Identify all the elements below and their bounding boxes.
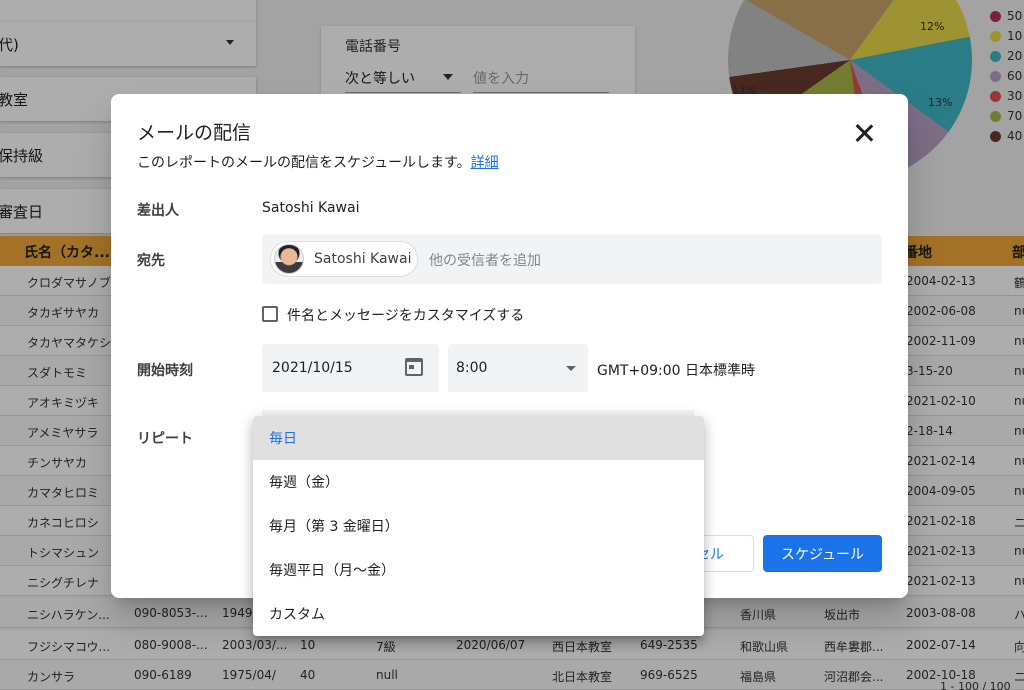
customize-label[interactable]: 件名とメッセージをカスタマイズする bbox=[287, 305, 524, 325]
repeat-label: リピート bbox=[137, 431, 193, 447]
dialog-title: メールの配信 bbox=[137, 122, 252, 144]
start-date-field[interactable]: 2021/10/15 bbox=[262, 344, 439, 392]
recipient-chip[interactable]: Satoshi Kawai bbox=[270, 241, 418, 277]
start-time-value: 8:00 bbox=[456, 360, 488, 376]
dialog-subtitle: このレポートのメールの配信をスケジュールします。詳細 bbox=[137, 152, 499, 172]
repeat-option-daily[interactable]: 毎日 bbox=[253, 416, 704, 460]
repeat-option-weekdays[interactable]: 毎週平日（月〜金） bbox=[253, 548, 704, 592]
start-date-value: 2021/10/15 bbox=[272, 360, 353, 376]
details-link[interactable]: 詳細 bbox=[471, 155, 499, 171]
customize-checkbox[interactable] bbox=[262, 306, 278, 322]
repeat-option-custom[interactable]: カスタム bbox=[253, 592, 704, 636]
recipient-chip-name: Satoshi Kawai bbox=[314, 251, 412, 267]
sender-label: 差出人 bbox=[137, 203, 179, 219]
repeat-option-monthly[interactable]: 毎月（第 3 金曜日） bbox=[253, 504, 704, 548]
recipient-input[interactable]: 他の受信者を追加 bbox=[429, 250, 541, 270]
timezone-label: GMT+09:00 日本標準時 bbox=[597, 363, 756, 379]
recipient-label: 宛先 bbox=[137, 253, 165, 269]
subtitle-text: このレポートのメールの配信をスケジュールします。 bbox=[137, 155, 471, 171]
repeat-menu: 毎日 毎週（金） 毎月（第 3 金曜日） 毎週平日（月〜金） カスタム bbox=[253, 416, 704, 636]
calendar-icon[interactable] bbox=[405, 358, 423, 376]
repeat-option-weekly[interactable]: 毎週（金） bbox=[253, 460, 704, 504]
close-icon[interactable] bbox=[851, 120, 877, 146]
start-time-select[interactable]: 8:00 bbox=[448, 344, 588, 392]
sender-value: Satoshi Kawai bbox=[262, 200, 360, 216]
recipient-field[interactable]: Satoshi Kawai 他の受信者を追加 bbox=[262, 234, 882, 284]
schedule-button[interactable]: スケジュール bbox=[763, 535, 882, 572]
chevron-down-icon bbox=[566, 366, 576, 371]
avatar bbox=[274, 244, 304, 274]
start-time-label: 開始時刻 bbox=[137, 363, 193, 379]
